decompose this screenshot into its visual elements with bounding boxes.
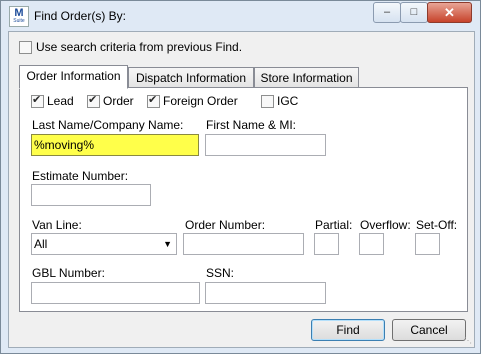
van-line-select[interactable]: All ▼ <box>31 233 177 255</box>
van-line-value: All <box>34 237 48 251</box>
tab-label: Order Information <box>26 69 121 83</box>
first-name-input[interactable] <box>205 134 326 156</box>
order-number-label: Order Number: <box>185 218 266 232</box>
order-label[interactable]: Order <box>103 94 134 108</box>
tab-dispatch-information[interactable]: Dispatch Information <box>128 67 254 89</box>
lead-label[interactable]: Lead <box>47 94 74 108</box>
ssn-input[interactable] <box>205 282 326 304</box>
resize-grip-icon[interactable]: ⋱ <box>464 336 472 345</box>
lead-checkbox[interactable] <box>31 93 44 108</box>
tab-order-information[interactable]: Order Information <box>19 65 128 89</box>
close-button[interactable]: ✕ <box>427 2 472 23</box>
igc-label[interactable]: IGC <box>277 94 298 108</box>
order-number-input[interactable] <box>183 233 304 255</box>
use-previous-label[interactable]: Use search criteria from previous Find. <box>36 40 242 54</box>
find-button[interactable]: Find <box>311 319 385 341</box>
estimate-number-input[interactable] <box>31 184 151 206</box>
maximize-button[interactable]: □ <box>400 2 428 23</box>
partial-label: Partial: <box>315 218 353 232</box>
minimize-button[interactable]: – <box>373 2 401 23</box>
van-line-label: Van Line: <box>32 218 82 232</box>
setoff-input[interactable] <box>415 233 440 255</box>
estimate-number-label: Estimate Number: <box>32 169 129 183</box>
cancel-button[interactable]: Cancel <box>392 319 466 341</box>
order-checkbox[interactable] <box>87 93 100 108</box>
title-bar[interactable]: M Suite Find Order(s) By: – □ ✕ <box>1 1 480 31</box>
use-previous-checkbox[interactable] <box>19 41 32 54</box>
overflow-label: Overflow: <box>360 218 411 232</box>
minimize-icon: – <box>383 6 391 18</box>
tab-store-information[interactable]: Store Information <box>254 67 359 89</box>
ssn-label: SSN: <box>206 266 235 280</box>
tab-label: Dispatch Information <box>135 71 247 85</box>
gbl-number-label: GBL Number: <box>32 266 105 280</box>
dialog-body: Use search criteria from previous Find. … <box>8 31 475 348</box>
overflow-input[interactable] <box>359 233 384 255</box>
dropdown-arrow-icon[interactable]: ▼ <box>163 234 172 254</box>
find-orders-dialog: M Suite Find Order(s) By: – □ ✕ Use sear… <box>0 0 481 354</box>
igc-checkbox[interactable] <box>261 95 274 108</box>
foreign-order-checkbox[interactable] <box>147 93 160 108</box>
first-name-label: First Name & MI: <box>206 118 297 132</box>
last-name-label: Last Name/Company Name: <box>32 118 184 132</box>
maximize-icon: □ <box>410 6 418 18</box>
app-logo-subtext: Suite <box>13 18 25 24</box>
partial-input[interactable] <box>314 233 339 255</box>
close-icon: ✕ <box>444 5 455 20</box>
gbl-number-input[interactable] <box>31 282 200 304</box>
window-title: Find Order(s) By: <box>34 9 127 23</box>
foreign-order-label[interactable]: Foreign Order <box>163 94 238 108</box>
order-information-panel: Lead Order Foreign Order IGC Last Name/C… <box>19 87 468 312</box>
last-name-input[interactable]: %moving% <box>31 134 199 156</box>
tab-label: Store Information <box>260 71 353 85</box>
setoff-label: Set-Off: <box>416 218 458 232</box>
app-logo-icon: M Suite <box>9 6 29 27</box>
